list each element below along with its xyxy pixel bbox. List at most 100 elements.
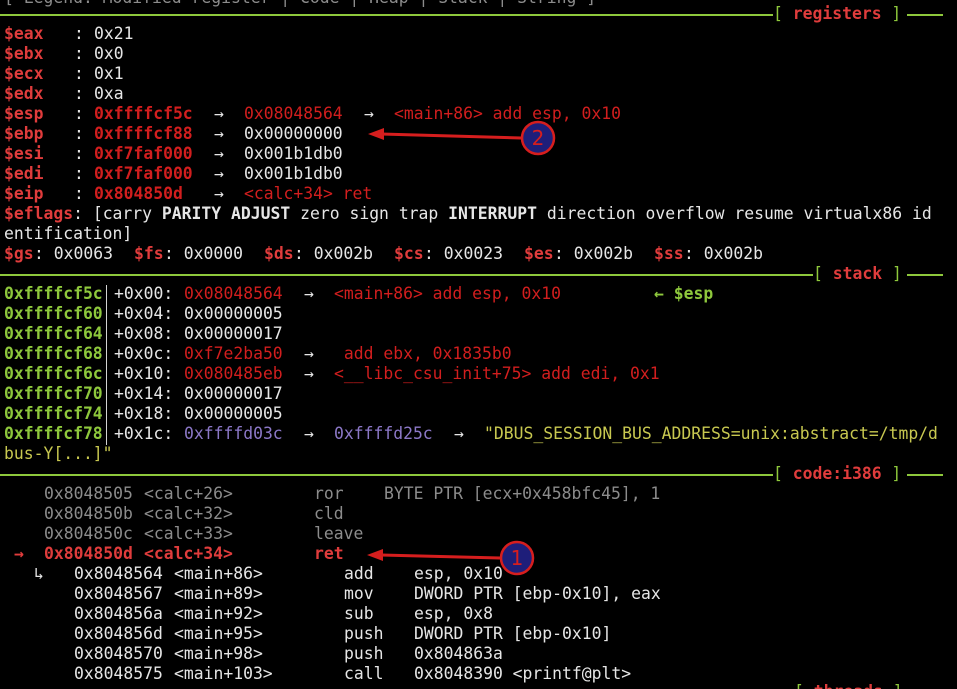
code-symbol: <main+98> (174, 644, 263, 663)
flag-trap: trap (398, 204, 439, 223)
flag-direction: direction (546, 204, 636, 223)
register-value: 0xf7faf000 (94, 164, 193, 183)
arrow-glyph: → (364, 104, 374, 123)
stack-address: 0xffffcf78 (4, 424, 103, 443)
chain-value: 0x001b1db0 (244, 164, 343, 183)
section-rule (0, 274, 813, 276)
colon: : (74, 84, 84, 103)
code-mnemonic: cld (314, 504, 344, 523)
stack-wrap: bus-Y[...]" (4, 444, 113, 463)
arrow-glyph: → (214, 164, 224, 183)
code-address: 0x804850c (44, 524, 133, 543)
segment-name: $fs (134, 244, 164, 263)
colon: : (74, 64, 84, 83)
code-address: 0x8048575 (74, 664, 163, 683)
chain-value: 0x08048564 (244, 104, 343, 123)
segment-value: : 0x002b (684, 244, 763, 263)
registers-header: [ registers ] (0, 4, 957, 24)
colon: : (74, 104, 84, 123)
register-name: $esi (4, 144, 44, 163)
code-symbol: <main+92> (174, 604, 263, 623)
code-mnemonic: push (344, 644, 384, 663)
chain-value: add ebx, 0x1835b0 (334, 344, 512, 363)
segment-value: : 0x002b (554, 244, 633, 263)
colon: : (74, 44, 84, 63)
segment-name: $gs (4, 244, 34, 263)
section-title: [ registers ] (773, 4, 901, 24)
bracket: ] (881, 4, 902, 23)
register-name: $ecx (4, 64, 44, 83)
register-name: $edx (4, 84, 44, 103)
threads-header-partial: [ threads ] (0, 682, 957, 689)
code-symbol: <main+86> (174, 564, 263, 583)
code-mnemonic: leave (314, 524, 364, 543)
stack-value: 0xf7e2ba50 (184, 344, 283, 363)
segment-name: $es (524, 244, 554, 263)
annotation-badge (499, 540, 535, 576)
section-rule (0, 14, 773, 16)
register-value: 0x1 (94, 64, 124, 83)
code-mnemonic: mov (344, 584, 374, 603)
section-title: [ stack ] (813, 264, 902, 284)
chain-value: <__libc_csu_init+75> add edi, 0x1 (334, 364, 660, 383)
register-name: $esp (4, 104, 44, 123)
code-symbol: <main+89> (174, 584, 263, 603)
arrow-glyph: → (214, 144, 224, 163)
code-address: 0x804856d (74, 624, 163, 643)
code-symbol: <calc+33> (144, 524, 233, 543)
flag-sign: sign (349, 204, 389, 223)
bracket: ] (882, 264, 902, 283)
flag-virtualx86: virtualx86 (803, 204, 903, 223)
register-value: 0xffffcf88 (94, 124, 193, 143)
annotation-number: 1 (511, 546, 524, 570)
stack-address: 0xffffcf5c (4, 284, 103, 303)
register-name: $eip (4, 184, 44, 203)
bracket: [ (773, 464, 793, 483)
chain-value: 0x001b1db0 (244, 144, 343, 163)
flag-parity: PARITY (161, 204, 222, 223)
code-mnemonic: call (344, 664, 384, 683)
section-rule (907, 14, 943, 16)
colon: : (74, 164, 84, 183)
arrow-glyph: → (304, 344, 314, 363)
code-symbol: <main+95> (174, 624, 263, 643)
section-name: registers (792, 4, 882, 23)
flag-overflow: overflow (645, 204, 725, 223)
eflags-name: $eflags (4, 204, 74, 223)
stack-offset: +0x10: (114, 364, 174, 383)
eflags-row: $eflags: [carry PARITY ADJUST zero sign … (4, 204, 932, 224)
eflags-wrap-row: entification] (4, 224, 132, 244)
gdb-gef-terminal[interactable]: [ Legend: Modified register | Code | Hea… (0, 0, 957, 689)
arrow-glyph: → (304, 424, 314, 443)
stack-value: 0x00000017 (184, 384, 283, 403)
flag-zero: zero (300, 204, 340, 223)
bracket: [ (794, 682, 814, 689)
colon: : (74, 184, 84, 203)
register-value: 0xf7faf000 (94, 144, 193, 163)
code-symbol: <main+103> (174, 664, 273, 683)
flag-adjust: ADJUST (231, 204, 291, 223)
register-value: 0x804850d (94, 184, 183, 203)
register-name: $ebx (4, 44, 44, 63)
register-value: 0x0 (94, 44, 124, 63)
return-marker: ↳ (34, 564, 44, 583)
stack-offset: +0x08: (114, 324, 174, 343)
stack-address: 0xffffcf6c (4, 364, 103, 383)
code-operands: esp, 0x8 (414, 604, 493, 623)
flag-resume: resume (734, 204, 794, 223)
code-operands: DWORD PTR [ebp-0x10] (414, 624, 612, 643)
stack-header: [ stack ] (0, 264, 957, 284)
stack-address: 0xffffcf74 (4, 404, 103, 423)
code-address: 0x8048564 (74, 564, 163, 583)
arrow-glyph: → (214, 104, 224, 123)
annotation-arrowhead (368, 128, 384, 140)
code-symbol: <calc+26> (144, 484, 233, 503)
annotation-arrowhead (367, 549, 383, 561)
chain-value: "DBUS_SESSION_BUS_ADDRESS=unix:abstract=… (484, 424, 938, 443)
